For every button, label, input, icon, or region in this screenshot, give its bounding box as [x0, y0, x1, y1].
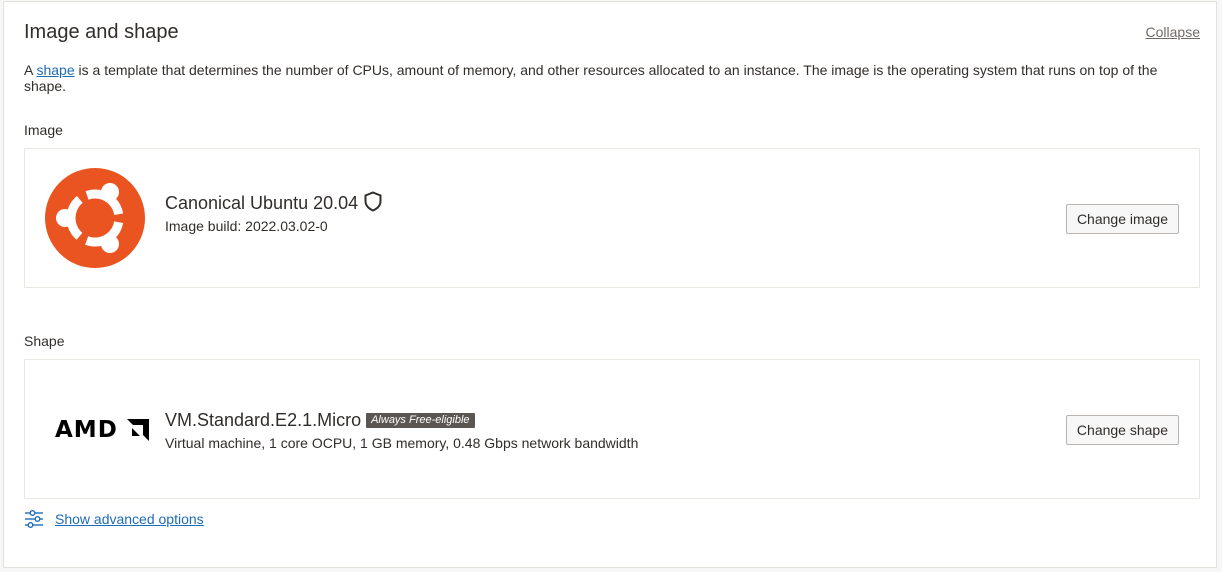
- amd-logo-icon: AMD: [55, 417, 149, 443]
- image-name: Canonical Ubuntu 20.04: [165, 193, 359, 213]
- change-shape-button[interactable]: Change shape: [1065, 415, 1179, 445]
- image-and-shape-panel: Image and shape Collapse A shape is a te…: [3, 1, 1217, 568]
- shield-icon: [364, 191, 382, 212]
- section-title: Image and shape: [24, 21, 179, 43]
- show-advanced-options[interactable]: Show advanced options: [24, 509, 204, 532]
- ubuntu-logo-icon: [45, 168, 145, 268]
- amd-logo-text: AMD: [55, 417, 118, 443]
- collapse-link[interactable]: Collapse: [1146, 24, 1200, 40]
- image-card: Canonical Ubuntu 20.04 Image build: 2022…: [24, 148, 1200, 288]
- change-image-button[interactable]: Change image: [1065, 204, 1179, 234]
- sliders-icon: [25, 510, 43, 528]
- image-name-row: Canonical Ubuntu 20.04: [165, 191, 382, 214]
- amd-arrow-mark: [127, 419, 149, 441]
- shape-details: Virtual machine, 1 core OCPU, 1 GB memor…: [165, 435, 639, 451]
- free-eligible-badge: Always Free-eligible: [366, 413, 475, 428]
- shape-label: Shape: [24, 333, 65, 349]
- description-prefix: A: [24, 62, 37, 78]
- shape-card: AMD VM.Standard.E2.1.Micro Always Free-el…: [24, 359, 1200, 499]
- show-advanced-options-label[interactable]: Show advanced options: [55, 511, 204, 527]
- image-label: Image: [24, 122, 63, 138]
- section-description: A shape is a template that determines th…: [24, 62, 1174, 94]
- image-build: Image build: 2022.03.02-0: [165, 218, 328, 234]
- shape-help-link[interactable]: shape: [36, 62, 74, 78]
- description-suffix: is a template that determines the number…: [24, 62, 1158, 94]
- shape-name-row: VM.Standard.E2.1.Micro Always Free-eligib…: [165, 410, 475, 431]
- shape-name: VM.Standard.E2.1.Micro: [165, 410, 362, 430]
